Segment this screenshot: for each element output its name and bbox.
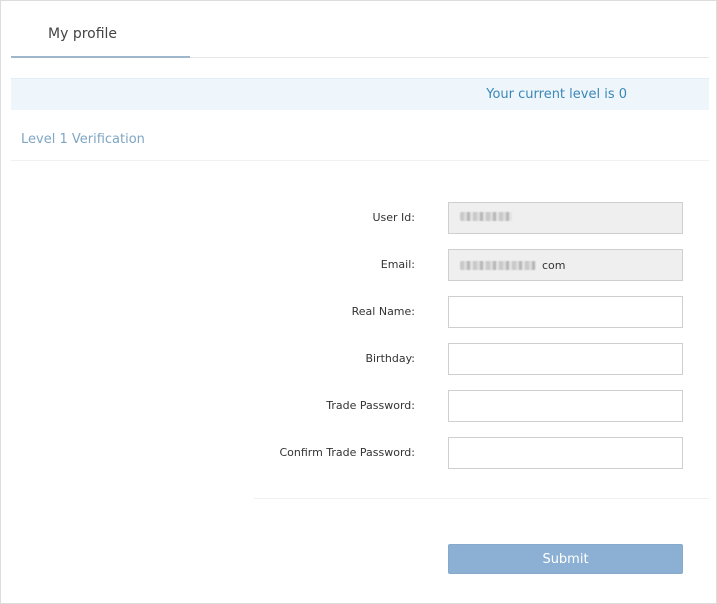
- email-domain-suffix: com: [542, 259, 566, 272]
- birthday-row: Birthday:: [1, 343, 716, 375]
- birthday-input[interactable]: [448, 343, 683, 375]
- trade-password-row: Trade Password:: [1, 390, 716, 422]
- redacted-user-id: [460, 212, 512, 221]
- redacted-email-local-part: [460, 261, 536, 270]
- user-id-label: User Id:: [372, 211, 415, 224]
- confirm-trade-password-row: Confirm Trade Password:: [1, 437, 716, 469]
- real-name-label: Real Name:: [351, 305, 415, 318]
- trade-password-input[interactable]: [448, 390, 683, 422]
- profile-panel: My profile Your current level is 0 Level…: [0, 0, 717, 604]
- section-title: Level 1 Verification: [21, 132, 145, 147]
- tab-my-profile[interactable]: My profile: [11, 1, 190, 58]
- submit-button[interactable]: Submit: [448, 544, 683, 574]
- user-id-row: User Id:: [1, 202, 716, 234]
- real-name-row: Real Name:: [1, 296, 716, 328]
- confirm-trade-password-input[interactable]: [448, 437, 683, 469]
- email-value: com: [460, 259, 566, 272]
- section-divider: [11, 160, 709, 161]
- birthday-label: Birthday:: [365, 352, 415, 365]
- current-level-text: Your current level is 0: [486, 87, 627, 102]
- real-name-input[interactable]: [448, 296, 683, 328]
- email-row: Email: com: [1, 249, 716, 281]
- user-id-field: [448, 202, 683, 234]
- tab-bar: My profile: [11, 1, 709, 58]
- level-banner: Your current level is 0: [11, 78, 709, 110]
- confirm-trade-password-label: Confirm Trade Password:: [279, 446, 415, 459]
- trade-password-label: Trade Password:: [326, 399, 415, 412]
- user-id-value: [460, 212, 512, 221]
- form-divider: [254, 498, 709, 499]
- email-label: Email:: [380, 258, 415, 271]
- email-field: com: [448, 249, 683, 281]
- tab-label: My profile: [48, 26, 118, 42]
